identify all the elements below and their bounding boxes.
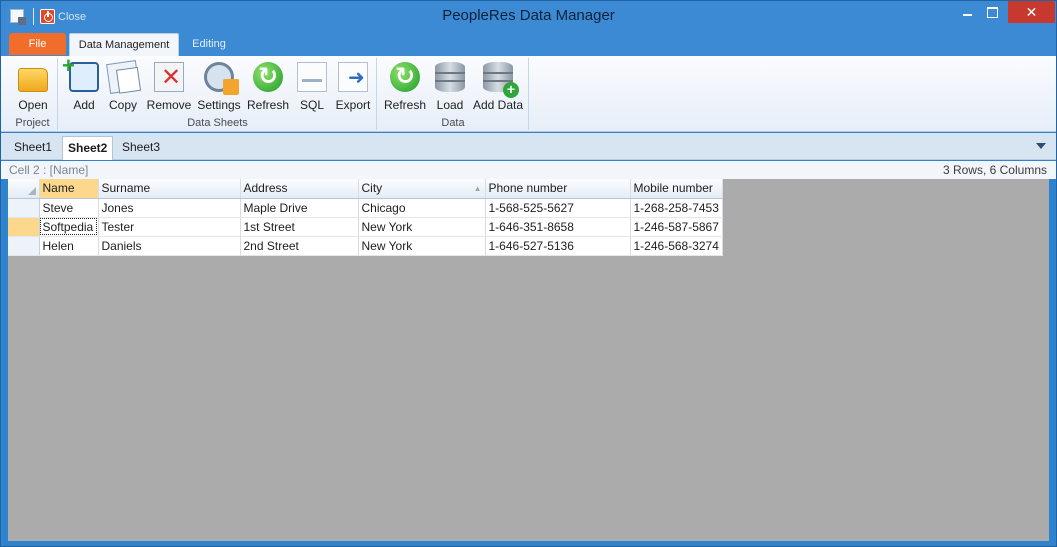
title-bar: Close PeopleRes Data Manager ✕ — [1, 1, 1056, 31]
cell-address[interactable]: 2nd Street — [240, 236, 359, 256]
table-row[interactable]: Softpedia Tester 1st Street New York 1-6… — [8, 217, 723, 237]
cell-mobile[interactable]: 1-268-258-7453 — [630, 198, 723, 218]
database-add-icon — [483, 62, 519, 98]
chevron-down-icon[interactable] — [1036, 143, 1046, 149]
cell-mobile[interactable]: 1-246-587-5867 — [630, 217, 723, 237]
cell-mobile[interactable]: 1-246-568-3274 — [630, 236, 723, 256]
header-row: Name Surname Address City ▲ Phone number … — [8, 179, 723, 199]
open-button-label: Open — [18, 98, 48, 112]
copy-icon — [106, 60, 140, 94]
current-cell-reference: Cell 2 : [Name] — [9, 163, 89, 177]
refresh-data-button[interactable]: Refresh — [384, 60, 426, 112]
cell-phone[interactable]: 1-646-351-8658 — [485, 217, 631, 237]
copy-sheet-label: Copy — [108, 98, 137, 112]
cell-name[interactable]: Helen — [39, 236, 99, 256]
cell-surname[interactable]: Daniels — [98, 236, 241, 256]
add-data-label: Add Data — [472, 98, 524, 112]
column-header-city[interactable]: City ▲ — [358, 179, 486, 199]
cell-phone[interactable]: 1-568-525-5627 — [485, 198, 631, 218]
column-header-mobile[interactable]: Mobile number — [630, 179, 723, 199]
load-button[interactable]: Load — [434, 60, 466, 112]
settings-label: Settings — [197, 98, 241, 112]
add-sheet-icon — [62, 53, 99, 92]
sheet-tab-bar: Sheet1 Sheet2 Sheet3 — [1, 133, 1056, 160]
tab-data-management[interactable]: Data Management — [69, 33, 179, 56]
remove-sheet-button[interactable]: Remove — [147, 60, 191, 112]
app-window: Close PeopleRes Data Manager ✕ File Data… — [0, 0, 1057, 547]
cell-surname[interactable]: Tester — [98, 217, 241, 237]
cell-name-focused[interactable]: Softpedia — [39, 217, 99, 237]
cell-phone[interactable]: 1-646-527-5136 — [485, 236, 631, 256]
group-data: Refresh Load Add Data Data — [378, 58, 529, 130]
cell-name[interactable]: Steve — [39, 198, 99, 218]
minimize-button[interactable] — [954, 1, 981, 23]
sql-button[interactable]: SQL — [296, 60, 328, 112]
row-column-count: 3 Rows, 6 Columns — [942, 163, 1047, 177]
refresh-sheets-label: Refresh — [246, 98, 290, 112]
cell-address[interactable]: Maple Drive — [240, 198, 359, 218]
group-label-data: Data — [441, 117, 465, 129]
window-title: PeopleRes Data Manager — [442, 7, 615, 24]
column-header-surname[interactable]: Surname — [98, 179, 241, 199]
group-label-project: Project — [15, 117, 50, 129]
column-header-name[interactable]: Name — [39, 179, 99, 199]
load-label: Load — [436, 98, 464, 112]
window-close-button[interactable]: ✕ — [1008, 1, 1055, 23]
tab-sheet3[interactable]: Sheet3 — [117, 136, 165, 160]
settings-button[interactable]: Settings — [197, 60, 241, 112]
settings-gear-icon — [204, 62, 239, 95]
refresh-sheets-button[interactable]: Refresh — [247, 60, 289, 112]
add-data-button[interactable]: Add Data — [473, 60, 523, 112]
city-header-label: City — [361, 181, 383, 196]
ribbon: Open Project Add Copy Remove Settings — [1, 53, 1056, 132]
maximize-button[interactable] — [979, 1, 1006, 23]
grid-status-line: Cell 2 : [Name] 3 Rows, 6 Columns — [1, 161, 1056, 179]
cell-city[interactable]: New York — [358, 217, 486, 237]
sql-document-icon — [297, 62, 327, 92]
group-label-data-sheets: Data Sheets — [187, 117, 248, 129]
ribbon-tab-row: File Data Management Editing — [1, 31, 1056, 56]
sort-ascending-icon: ▲ — [473, 184, 482, 194]
grid-area: Name Surname Address City ▲ Phone number … — [8, 179, 1049, 541]
remove-icon — [154, 62, 184, 92]
cell-address[interactable]: 1st Street — [240, 217, 359, 237]
row-header[interactable] — [8, 198, 40, 218]
folder-icon — [18, 68, 48, 92]
export-label: Export — [335, 98, 371, 112]
column-header-phone[interactable]: Phone number — [485, 179, 631, 199]
row-header-selected[interactable] — [8, 217, 40, 237]
select-all-corner[interactable] — [8, 179, 40, 199]
group-project: Open Project — [8, 58, 58, 130]
copy-sheet-button[interactable]: Copy — [105, 60, 141, 112]
refresh-icon — [253, 62, 283, 92]
add-sheet-button[interactable]: Add — [62, 53, 102, 112]
refresh-icon — [390, 62, 420, 92]
column-header-address[interactable]: Address — [240, 179, 359, 199]
cell-city[interactable]: New York — [358, 236, 486, 256]
tab-sheet1[interactable]: Sheet1 — [9, 136, 57, 160]
table-row[interactable]: Steve Jones Maple Drive Chicago 1-568-52… — [8, 198, 723, 218]
row-header[interactable] — [8, 236, 40, 256]
export-button[interactable]: Export — [336, 60, 370, 112]
sql-label: SQL — [299, 98, 324, 112]
cell-city[interactable]: Chicago — [358, 198, 486, 218]
tab-editing[interactable]: Editing — [183, 33, 235, 56]
group-data-sheets: Add Copy Remove Settings Refresh SQL — [59, 53, 377, 130]
table-row[interactable]: Helen Daniels 2nd Street New York 1-646-… — [8, 236, 723, 256]
export-arrow-icon — [338, 62, 368, 92]
data-grid[interactable]: Name Surname Address City ▲ Phone number … — [8, 179, 723, 256]
cell-surname[interactable]: Jones — [98, 198, 241, 218]
tab-sheet2[interactable]: Sheet2 — [62, 136, 114, 160]
refresh-data-label: Refresh — [383, 98, 427, 112]
open-button[interactable]: Open — [14, 60, 52, 112]
database-icon — [435, 62, 465, 92]
remove-sheet-label: Remove — [146, 98, 192, 112]
tab-file[interactable]: File — [9, 33, 66, 55]
